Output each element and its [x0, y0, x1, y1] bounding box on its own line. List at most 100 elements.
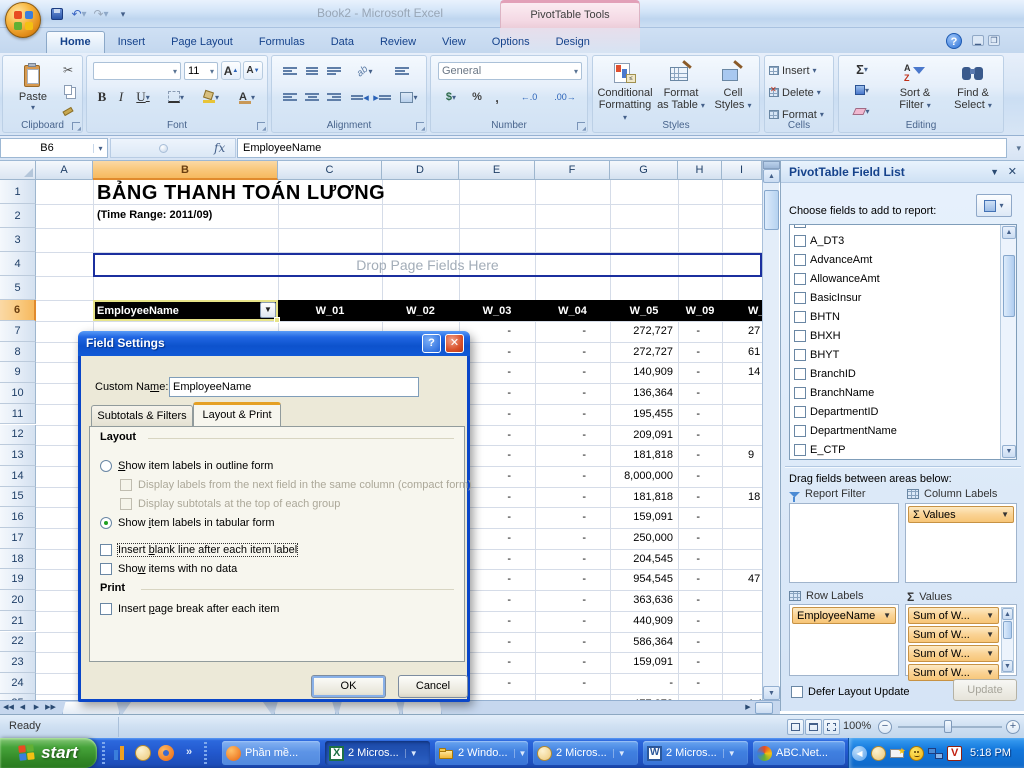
delete-cells-button[interactable]: ✕Delete▾: [769, 84, 831, 101]
grid-cell[interactable]: 8,000,000: [610, 466, 678, 487]
hscroll-right-icon[interactable]: ▶: [742, 702, 754, 714]
paste-dropdown-icon[interactable]: ▾: [31, 103, 35, 112]
row-header-10[interactable]: 10: [0, 383, 36, 404]
field-checkbox[interactable]: [794, 235, 806, 247]
grid-cell[interactable]: -: [535, 321, 610, 342]
quicklaunch-clock-icon[interactable]: [135, 745, 151, 761]
clear-icon[interactable]: ▾: [845, 103, 879, 119]
font-size-combo[interactable]: 11▾: [184, 62, 218, 80]
field-checkbox[interactable]: [794, 425, 806, 437]
dialog-help-icon[interactable]: ?: [422, 334, 441, 353]
row-header-5[interactable]: 5: [0, 276, 36, 300]
tab-insert[interactable]: Insert: [105, 32, 159, 53]
custom-name-input[interactable]: [169, 377, 419, 397]
tab-design[interactable]: Design: [543, 32, 603, 53]
fill-color-icon[interactable]: ▾: [195, 88, 227, 106]
tray-clock-icon[interactable]: [871, 746, 886, 761]
undo-icon[interactable]: ↶▾: [70, 5, 88, 23]
column-header-H[interactable]: H: [678, 161, 722, 180]
grid-cell[interactable]: 136,364: [610, 383, 678, 404]
grid-cell[interactable]: -: [459, 590, 535, 611]
row-header-21[interactable]: 21: [0, 611, 36, 632]
row-header-9[interactable]: 9: [0, 362, 36, 383]
field-checkbox[interactable]: [794, 311, 806, 323]
increase-indent-icon[interactable]: ▸: [372, 88, 392, 106]
taskbar-button-0[interactable]: Phần mề...: [222, 741, 320, 765]
grid-cell[interactable]: 14: [722, 362, 762, 383]
field-item-bhtn[interactable]: BHTN: [790, 307, 1016, 326]
autosum-icon[interactable]: Σ▾: [845, 61, 879, 77]
field-item-bhxh[interactable]: BHXH: [790, 326, 1016, 345]
grid-cell[interactable]: -: [678, 549, 722, 570]
grow-font-icon[interactable]: A▲: [221, 61, 241, 80]
clipboard-dial og-launcher[interactable]: [72, 122, 80, 130]
tab-view[interactable]: View: [429, 32, 479, 53]
grid-cell[interactable]: -: [678, 404, 722, 425]
last-sheet-icon[interactable]: ▶▶: [44, 702, 57, 714]
grid-cell[interactable]: -: [535, 632, 610, 653]
row-area-pill[interactable]: EmployeeName▼: [792, 607, 896, 624]
pill-dropdown-icon[interactable]: ▼: [1001, 510, 1009, 519]
grid-cell[interactable]: -: [535, 528, 610, 549]
quicklaunch-overflow-icon[interactable]: »: [186, 746, 192, 758]
grid-cell[interactable]: -: [459, 362, 535, 383]
values-scroll-thumb[interactable]: [1003, 621, 1012, 639]
field-checkbox[interactable]: [794, 224, 806, 228]
font-dialog-launcher[interactable]: [257, 122, 265, 130]
fill-handle[interactable]: [274, 317, 280, 323]
grid-cell[interactable]: -: [678, 611, 722, 632]
tab-options[interactable]: Options: [479, 32, 543, 53]
row-header-16[interactable]: 16: [0, 507, 36, 528]
checkbox-control[interactable]: [100, 563, 112, 575]
field-item-allowanceamt[interactable]: AllowanceAmt: [790, 269, 1016, 288]
zoom-level[interactable]: 100%: [843, 720, 871, 732]
field-checkbox[interactable]: [794, 349, 806, 361]
taskbar-button-dropdown-icon[interactable]: ▼: [514, 749, 527, 758]
field-item-partial[interactable]: [790, 224, 1016, 231]
grid-cell[interactable]: -: [459, 425, 535, 446]
tray-collapse-icon[interactable]: ◀: [852, 746, 867, 761]
name-box[interactable]: B6▾: [0, 138, 108, 158]
grid-cell[interactable]: -: [678, 590, 722, 611]
increase-decimal-icon[interactable]: ←.0: [513, 88, 545, 106]
underline-button[interactable]: U▾: [131, 88, 155, 106]
field-checkbox[interactable]: [794, 330, 806, 342]
grid-cell[interactable]: -: [459, 507, 535, 528]
row-header-22[interactable]: 22: [0, 632, 36, 653]
values-scroll-down-icon[interactable]: ▼: [1002, 660, 1013, 672]
grid-cell[interactable]: -: [535, 342, 610, 363]
grid-cell[interactable]: 61: [722, 342, 762, 363]
pill-dropdown-icon[interactable]: ▼: [986, 668, 994, 677]
tab-data[interactable]: Data: [318, 32, 367, 53]
align-right-icon[interactable]: [324, 88, 344, 106]
align-middle-icon[interactable]: [302, 62, 322, 80]
checkbox-insert-page-break-after-each-i[interactable]: Insert page break after each item: [100, 603, 279, 615]
row-header-24[interactable]: 24: [0, 673, 36, 694]
grid-cell[interactable]: -: [535, 362, 610, 383]
zoom-out-icon[interactable]: −: [878, 720, 892, 734]
row-header-17[interactable]: 17: [0, 528, 36, 549]
taskbar-button-4[interactable]: W2 Micros...▼: [643, 741, 748, 765]
value-area-pill[interactable]: Sum of W...▼: [908, 626, 999, 643]
grid-cell[interactable]: -: [678, 528, 722, 549]
save-icon[interactable]: [48, 5, 66, 23]
grid-cell[interactable]: -: [459, 528, 535, 549]
row-header-19[interactable]: 19: [0, 569, 36, 590]
grid-cell[interactable]: 9: [722, 445, 762, 466]
field-item-branchname[interactable]: BranchName: [790, 383, 1016, 402]
grid-cell[interactable]: 47: [722, 569, 762, 590]
radio-show-item-labels-in-tabular-fo[interactable]: Show item labels in tabular form: [100, 517, 275, 529]
grid-cell[interactable]: 204,545: [610, 549, 678, 570]
cancel-button[interactable]: Cancel: [398, 675, 468, 698]
grid-cell[interactable]: 272,727: [610, 342, 678, 363]
tray-messenger-icon[interactable]: [909, 746, 924, 761]
checkbox-show-items-with-no-data[interactable]: Show items with no data: [100, 563, 237, 575]
field-item-departmentid[interactable]: DepartmentID: [790, 402, 1016, 421]
row-header-2[interactable]: 2: [0, 204, 36, 228]
page-layout-view-icon[interactable]: [805, 719, 822, 735]
grid-cell[interactable]: -: [535, 507, 610, 528]
start-button[interactable]: start: [0, 738, 97, 768]
grid-cell[interactable]: 159,091: [610, 507, 678, 528]
checkbox-control[interactable]: [100, 603, 112, 615]
checkbox-display-labels-from-the-next-f[interactable]: Display labels from the next field in th…: [120, 479, 472, 491]
